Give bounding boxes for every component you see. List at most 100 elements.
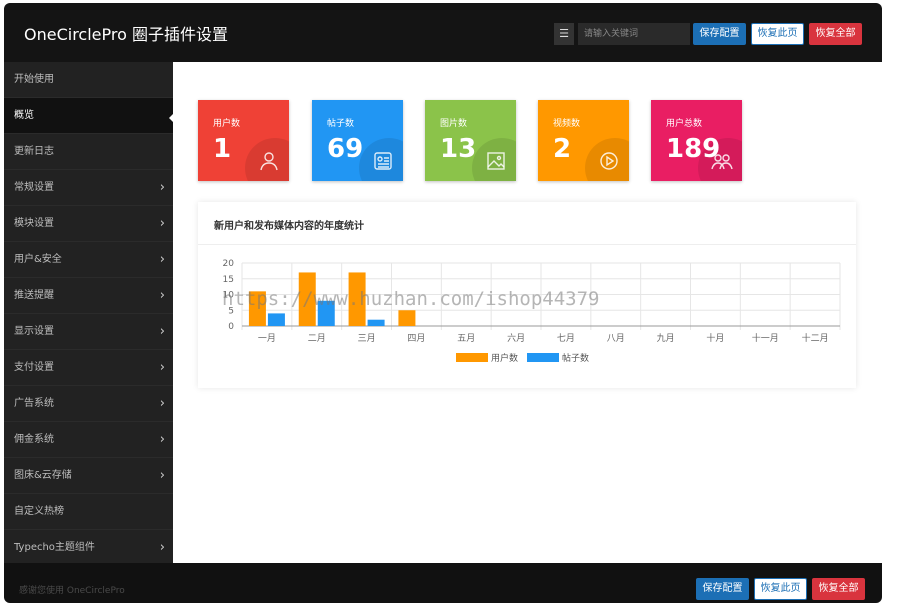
x-tick-label: 一月 bbox=[258, 333, 276, 344]
list-icon[interactable]: ☰ bbox=[554, 23, 574, 45]
sidebar-item[interactable]: 佣金系统 › bbox=[4, 422, 173, 458]
page-title: OneCirclePro 圈子插件设置 bbox=[24, 25, 228, 44]
sidebar-item-label: 广告系统 bbox=[14, 398, 54, 409]
chevron-right-icon: › bbox=[159, 396, 165, 411]
x-tick-label: 七月 bbox=[557, 333, 575, 344]
y-tick-label: 20 bbox=[223, 259, 235, 269]
stat-card: 帖子数 69 bbox=[312, 100, 403, 181]
user-icon bbox=[260, 152, 278, 171]
x-tick-label: 十一月 bbox=[752, 332, 779, 344]
sidebar: 开始使用 概览 更新日志 常规设置 › 模块设置 › 用户&安全 › 推送提醒 › 显示设置 › 支付设置… bbox=[4, 62, 173, 563]
chart-panel-title: 新用户和发布媒体内容的年度统计 bbox=[214, 221, 364, 232]
footer-text: 感谢您使用 OneCirclePro bbox=[19, 586, 125, 596]
main-content: 用户数 1 帖子数 69 图片数 13 视频数 2 用户总数 189 新用户和发布媒体内容的年度统… bbox=[173, 62, 882, 563]
stat-card-value: 2 bbox=[553, 134, 572, 164]
footer-restore-page-button[interactable]: 恢复此页 bbox=[754, 578, 807, 600]
sidebar-item-label: 显示设置 bbox=[14, 326, 54, 337]
post-icon bbox=[374, 152, 392, 170]
stat-card-value: 189 bbox=[666, 134, 721, 164]
stat-card-label: 用户总数 bbox=[666, 119, 703, 129]
stat-card-value: 1 bbox=[213, 134, 232, 164]
chevron-right-icon: › bbox=[159, 468, 165, 483]
chevron-right-icon: › bbox=[159, 360, 165, 375]
restore-all-button[interactable]: 恢复全部 bbox=[809, 23, 862, 45]
play-icon bbox=[600, 152, 618, 170]
sidebar-item-label: 模块设置 bbox=[14, 218, 54, 229]
chevron-right-icon: › bbox=[159, 324, 165, 339]
chevron-right-icon: › bbox=[159, 180, 165, 195]
image-icon bbox=[487, 152, 505, 170]
chart-bar bbox=[398, 310, 416, 326]
chevron-right-icon: › bbox=[159, 540, 165, 555]
sidebar-item-label: 更新日志 bbox=[14, 146, 54, 157]
sidebar-item[interactable]: 更新日志 bbox=[4, 134, 173, 170]
footer-bar: 感谢您使用 OneCirclePro 保存配置 恢复此页 恢复全部 bbox=[4, 563, 882, 603]
settings-window: OneCirclePro 圈子插件设置 ☰ 保存配置 恢复此页 恢复全部 开始使… bbox=[4, 3, 882, 603]
legend-label: 用户数 bbox=[491, 352, 518, 364]
search-input[interactable] bbox=[578, 23, 690, 45]
x-tick-label: 八月 bbox=[607, 333, 625, 344]
sidebar-item[interactable]: 开始使用 bbox=[4, 62, 173, 98]
sidebar-item[interactable]: 支付设置 › bbox=[4, 350, 173, 386]
sidebar-item[interactable]: 广告系统 › bbox=[4, 386, 173, 422]
stat-card-label: 视频数 bbox=[553, 119, 581, 129]
x-tick-label: 十二月 bbox=[802, 332, 829, 344]
y-tick-label: 15 bbox=[223, 275, 234, 285]
chart-bar bbox=[348, 272, 366, 326]
sidebar-item[interactable]: 用户&安全 › bbox=[4, 242, 173, 278]
sidebar-item-label: 开始使用 bbox=[14, 74, 54, 85]
yearly-stats-chart: 0 5 10 15 20 一月 二月 三月 四月 五月 六月 七月 八月 九月 十月 十一月 十二月用户数 帖子数 bbox=[223, 259, 841, 364]
stat-card-label: 用户数 bbox=[213, 119, 241, 129]
x-tick-label: 五月 bbox=[457, 333, 475, 344]
chart-bar bbox=[317, 300, 335, 326]
chevron-right-icon: › bbox=[159, 252, 165, 267]
legend-swatch bbox=[456, 353, 488, 362]
sidebar-item-label: 用户&安全 bbox=[14, 254, 62, 265]
stat-card-value: 13 bbox=[440, 134, 477, 164]
footer-save-button[interactable]: 保存配置 bbox=[696, 578, 749, 600]
stat-card-label: 帖子数 bbox=[327, 119, 355, 129]
sidebar-item[interactable]: Typecho主题组件 › bbox=[4, 530, 173, 563]
chevron-right-icon: › bbox=[159, 216, 165, 231]
stat-card: 用户总数 189 bbox=[651, 100, 742, 181]
chart-bar bbox=[267, 313, 285, 326]
stat-card-label: 图片数 bbox=[440, 119, 468, 129]
chevron-right-icon: › bbox=[159, 288, 165, 303]
y-tick-label: 5 bbox=[228, 306, 234, 316]
sidebar-item-label: 推送提醒 bbox=[14, 290, 54, 301]
stat-card: 图片数 13 bbox=[425, 100, 516, 181]
sidebar-item[interactable]: 显示设置 › bbox=[4, 314, 173, 350]
sidebar-item[interactable]: 自定义热榜 bbox=[4, 494, 173, 530]
sidebar-item[interactable]: 推送提醒 › bbox=[4, 278, 173, 314]
x-tick-label: 四月 bbox=[407, 333, 425, 344]
panel-divider bbox=[198, 244, 856, 245]
sidebar-item[interactable]: 模块设置 › bbox=[4, 206, 173, 242]
x-tick-label: 六月 bbox=[507, 332, 525, 344]
sidebar-item[interactable]: 常规设置 › bbox=[4, 170, 173, 206]
sidebar-item-label: 自定义热榜 bbox=[14, 506, 64, 517]
y-tick-label: 0 bbox=[228, 322, 234, 332]
footer-restore-all-button[interactable]: 恢复全部 bbox=[812, 578, 865, 600]
chart-bar bbox=[248, 291, 266, 326]
y-tick-label: 10 bbox=[223, 291, 235, 301]
sidebar-item[interactable]: 图床&云存储 › bbox=[4, 458, 173, 494]
legend-swatch bbox=[527, 353, 559, 362]
sidebar-item[interactable]: 概览 bbox=[4, 98, 173, 134]
chart-bar bbox=[298, 272, 316, 326]
top-bar: OneCirclePro 圈子插件设置 ☰ 保存配置 恢复此页 恢复全部 bbox=[4, 3, 882, 62]
sidebar-item-label: 支付设置 bbox=[14, 362, 54, 373]
sidebar-item-label: Typecho主题组件 bbox=[14, 542, 95, 553]
x-tick-label: 三月 bbox=[358, 333, 376, 344]
stat-card: 用户数 1 bbox=[198, 100, 289, 181]
x-tick-label: 十月 bbox=[706, 332, 724, 344]
restore-page-button[interactable]: 恢复此页 bbox=[751, 23, 804, 45]
sidebar-item-label: 概览 bbox=[14, 110, 34, 121]
chevron-right-icon: › bbox=[159, 432, 165, 447]
sidebar-item-label: 图床&云存储 bbox=[14, 470, 72, 481]
sidebar-item-label: 常规设置 bbox=[14, 182, 54, 193]
save-button[interactable]: 保存配置 bbox=[693, 23, 746, 45]
stat-card: 视频数 2 bbox=[538, 100, 629, 181]
legend-label: 帖子数 bbox=[562, 352, 589, 364]
x-tick-label: 二月 bbox=[308, 333, 326, 344]
stat-card-value: 69 bbox=[327, 134, 364, 164]
